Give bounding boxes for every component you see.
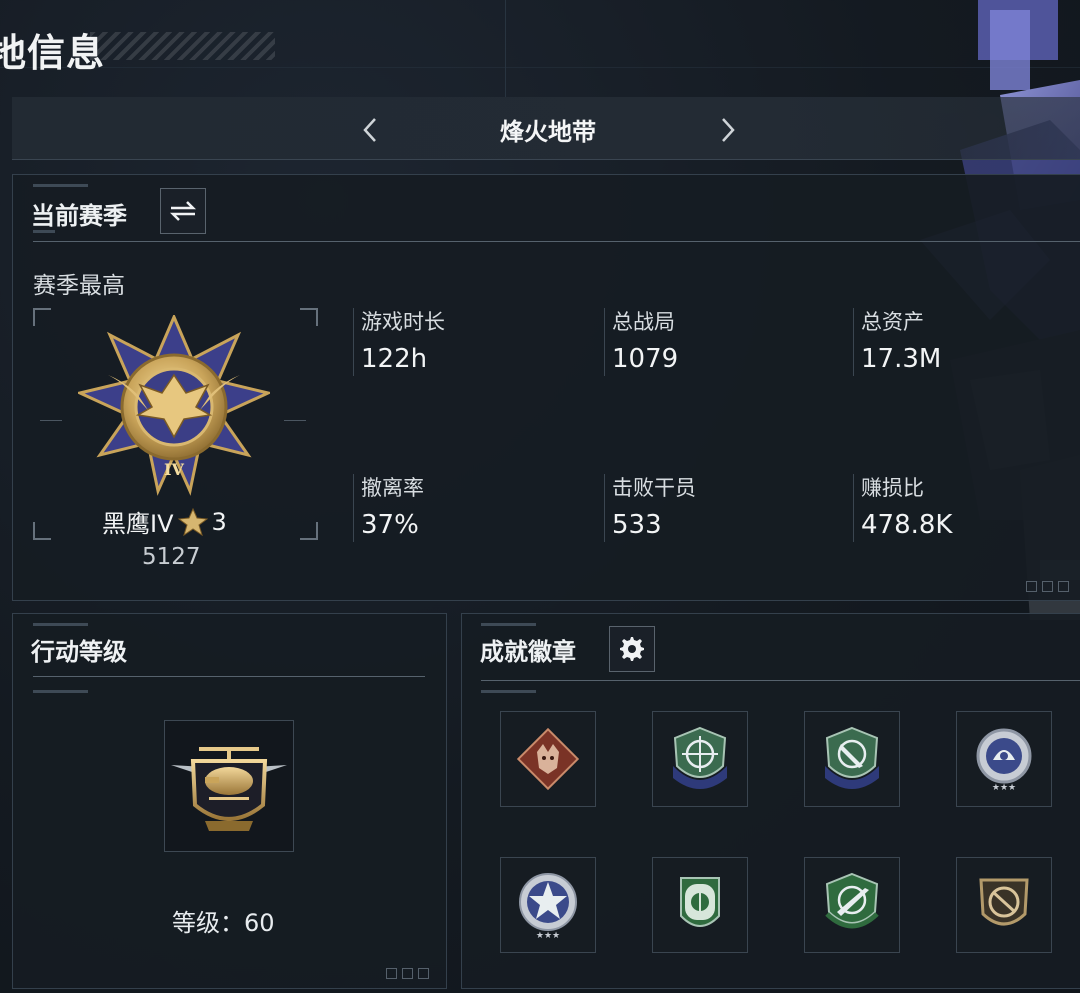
stat-separator [353, 474, 354, 542]
frame-corner [33, 308, 51, 326]
stat-value: 122h [361, 344, 428, 374]
stat-separator [853, 308, 854, 376]
green-shield-icon [680, 877, 720, 927]
stat-value: 533 [612, 510, 662, 540]
star-icon [177, 507, 208, 536]
stat-value: 478.8K [861, 510, 953, 540]
stat-separator [604, 474, 605, 542]
season-title: 当前赛季 [31, 202, 127, 230]
season-divider [33, 241, 1080, 242]
ops-level-row: 等级：60 [172, 903, 275, 938]
stat-separator [353, 308, 354, 376]
panel-deco-line [481, 623, 536, 626]
stat-value: 1079 [612, 344, 679, 374]
level-value: 60 [244, 909, 275, 937]
stat-total-assets: 总资产 17.3M [861, 306, 941, 374]
rank-name-row: 黑鹰IV 3 [102, 504, 227, 539]
panel-corner-deco [1026, 581, 1069, 592]
rank-name: 黑鹰IV [102, 510, 174, 538]
stat-value: 17.3M [861, 344, 942, 374]
achievement-badge[interactable] [956, 857, 1052, 953]
achievement-badge[interactable] [500, 711, 596, 807]
chevron-right-icon [722, 118, 735, 142]
achievement-badge[interactable]: ★★★ [500, 857, 596, 953]
crosshair-shield-icon [673, 726, 727, 789]
stat-total-matches: 总战局 1079 [612, 306, 678, 374]
stat-separator [604, 308, 605, 376]
achievement-badge[interactable]: ★★★ [956, 711, 1052, 807]
panel-deco-line [33, 184, 88, 187]
season-best-label: 赛季最高 [33, 273, 125, 299]
next-mode-button[interactable] [713, 110, 743, 150]
svg-text:IV: IV [164, 460, 184, 479]
achievement-badge[interactable] [804, 711, 900, 807]
achievements-title: 成就徽章 [480, 638, 576, 666]
stat-label: 总资产 [861, 310, 924, 334]
frame-corner [33, 522, 51, 540]
svg-text:★★★: ★★★ [536, 931, 560, 941]
rank-score: 5127 [142, 544, 201, 570]
wolf-badge-icon [516, 727, 580, 791]
stat-separator [853, 474, 854, 542]
ops-divider [33, 676, 425, 677]
switch-season-button[interactable] [160, 188, 206, 234]
ops-level-title: 行动等级 [31, 638, 127, 666]
stat-label: 总战局 [612, 310, 675, 334]
knife-shield-icon [825, 726, 879, 789]
stat-profit-ratio: 赚损比 478.8K [861, 472, 952, 540]
frame-tick [284, 420, 306, 421]
rank-medal-icon: IV [75, 313, 273, 497]
panel-corner-deco [386, 968, 429, 979]
helmet-badge-icon: ★★★ [976, 728, 1032, 793]
bronze-shield-icon [979, 878, 1029, 926]
star-badge-icon: ★★★ [519, 873, 577, 941]
panel-deco-line [481, 690, 536, 693]
panel-deco-line [33, 230, 55, 233]
frame-tick [40, 420, 62, 421]
stat-value: 37% [361, 510, 419, 540]
helicopter-emblem-icon [171, 747, 287, 831]
stat-extract-rate: 撤离率 37% [361, 472, 424, 540]
achievement-badge[interactable] [804, 857, 900, 953]
swap-arrows-icon [169, 201, 197, 221]
mode-title: 烽火地带 [500, 118, 596, 146]
achievements-settings-button[interactable] [609, 626, 655, 672]
achievements-divider [481, 680, 1080, 681]
rifle-shield-icon [825, 872, 879, 929]
panel-deco-line [33, 690, 88, 693]
frame-corner [300, 308, 318, 326]
panel-deco-line [33, 623, 88, 626]
rank-stars: 3 [211, 507, 227, 536]
achievement-badge[interactable] [652, 857, 748, 953]
svg-text:★★★: ★★★ [992, 783, 1016, 793]
stat-play-time: 游戏时长 122h [361, 306, 445, 374]
stat-label: 赚损比 [861, 476, 924, 500]
stat-label: 游戏时长 [361, 310, 445, 334]
stat-label: 击败干员 [612, 476, 696, 500]
level-label: 等级： [172, 909, 244, 937]
stat-kills: 击败干员 533 [612, 472, 696, 540]
stat-label: 撤离率 [361, 476, 424, 500]
achievement-badge[interactable] [652, 711, 748, 807]
ops-emblem-frame [164, 720, 294, 852]
title-hatch-decoration [90, 32, 275, 60]
frame-corner [300, 522, 318, 540]
gear-icon [620, 637, 644, 661]
